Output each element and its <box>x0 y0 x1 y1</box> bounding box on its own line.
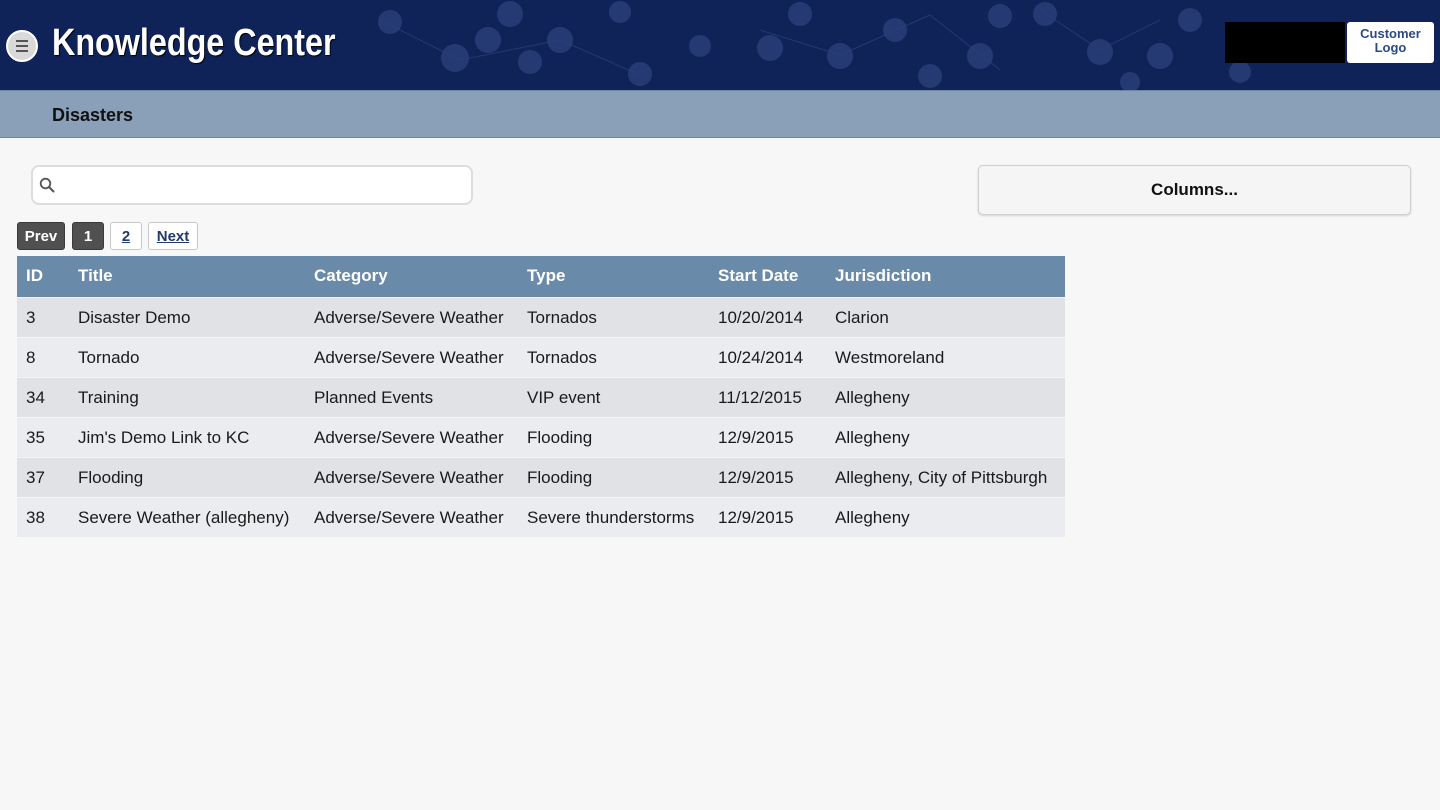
redacted-area <box>1225 22 1345 63</box>
cell-start-date: 11/12/2015 <box>718 388 802 407</box>
cell-start-date: 12/9/2015 <box>718 428 794 447</box>
search-icon <box>39 177 55 193</box>
table-row[interactable]: 37 Flooding Adverse/Severe Weather Flood… <box>17 457 1065 497</box>
table-row[interactable]: 38 Severe Weather (allegheny) Adverse/Se… <box>17 497 1065 537</box>
column-header-id[interactable]: ID <box>26 256 43 297</box>
cell-title: Disaster Demo <box>78 308 191 327</box>
page-1-button[interactable]: 1 <box>72 222 104 250</box>
cell-type: Tornados <box>527 348 597 367</box>
cell-jurisdiction: Allegheny <box>835 508 910 527</box>
cell-id: 35 <box>26 428 45 447</box>
cell-id: 34 <box>26 388 45 407</box>
cell-type: Severe thunderstorms <box>527 508 695 527</box>
app-header: Knowledge Center Customer Logo <box>0 0 1440 90</box>
cell-type: Flooding <box>527 428 593 447</box>
cell-title: Severe Weather (allegheny) <box>78 508 290 527</box>
table-row[interactable]: 8 Tornado Adverse/Severe Weather Tornado… <box>17 337 1065 377</box>
cell-category: Planned Events <box>314 388 434 407</box>
table-header: ID Title Category Type Start Date Jurisd… <box>17 256 1065 297</box>
table-row[interactable]: 34 Training Planned Events VIP event 11/… <box>17 377 1065 417</box>
customer-logo-line1: Customer <box>1360 26 1421 41</box>
cell-id: 37 <box>26 468 45 487</box>
page-2-button[interactable]: 2 <box>110 222 142 250</box>
search-box[interactable] <box>31 165 473 205</box>
columns-button[interactable]: Columns... <box>978 165 1411 215</box>
cell-jurisdiction: Allegheny <box>835 428 910 447</box>
cell-id: 3 <box>26 308 36 327</box>
table-row[interactable]: 3 Disaster Demo Adverse/Severe Weather T… <box>17 297 1065 337</box>
cell-start-date: 10/24/2014 <box>718 348 804 367</box>
cell-category: Adverse/Severe Weather <box>314 468 504 487</box>
cell-id: 8 <box>26 348 36 367</box>
cell-title: Tornado <box>78 348 140 367</box>
app-title: Knowledge Center <box>52 22 336 64</box>
page-title: Disasters <box>52 105 134 125</box>
cell-start-date: 12/9/2015 <box>718 468 794 487</box>
table-body: 3 Disaster Demo Adverse/Severe Weather T… <box>17 297 1065 537</box>
column-header-jurisdiction[interactable]: Jurisdiction <box>835 256 931 297</box>
table-row[interactable]: 35 Jim's Demo Link to KC Adverse/Severe … <box>17 417 1065 457</box>
cell-start-date: 12/9/2015 <box>718 508 794 527</box>
cell-category: Adverse/Severe Weather <box>314 508 504 527</box>
cell-category: Adverse/Severe Weather <box>314 308 504 327</box>
cell-jurisdiction: Allegheny, City of Pittsburgh <box>835 468 1048 487</box>
column-header-category[interactable]: Category <box>314 256 388 297</box>
section-header: Disasters <box>0 90 1440 138</box>
cell-category: Adverse/Severe Weather <box>314 428 504 447</box>
cell-title: Training <box>78 388 139 407</box>
cell-type: Tornados <box>527 308 597 327</box>
next-button[interactable]: Next <box>148 222 198 250</box>
hamburger-menu-icon[interactable] <box>6 30 38 62</box>
cell-jurisdiction: Westmoreland <box>835 348 945 367</box>
cell-title: Jim's Demo Link to KC <box>78 428 250 447</box>
cell-jurisdiction: Allegheny <box>835 388 910 407</box>
disasters-table: ID Title Category Type Start Date Jurisd… <box>17 256 1065 537</box>
customer-logo: Customer Logo <box>1347 22 1434 63</box>
cell-type: VIP event <box>527 388 601 407</box>
column-header-start-date[interactable]: Start Date <box>718 256 798 297</box>
search-input[interactable] <box>63 171 463 199</box>
cell-jurisdiction: Clarion <box>835 308 889 327</box>
cell-id: 38 <box>26 508 45 527</box>
cell-category: Adverse/Severe Weather <box>314 348 504 367</box>
cell-start-date: 10/20/2014 <box>718 308 804 327</box>
cell-title: Flooding <box>78 468 144 487</box>
customer-logo-line2: Logo <box>1374 40 1407 55</box>
prev-button[interactable]: Prev <box>17 222 65 250</box>
cell-type: Flooding <box>527 468 593 487</box>
column-header-type[interactable]: Type <box>527 256 565 297</box>
column-header-title[interactable]: Title <box>78 256 113 297</box>
